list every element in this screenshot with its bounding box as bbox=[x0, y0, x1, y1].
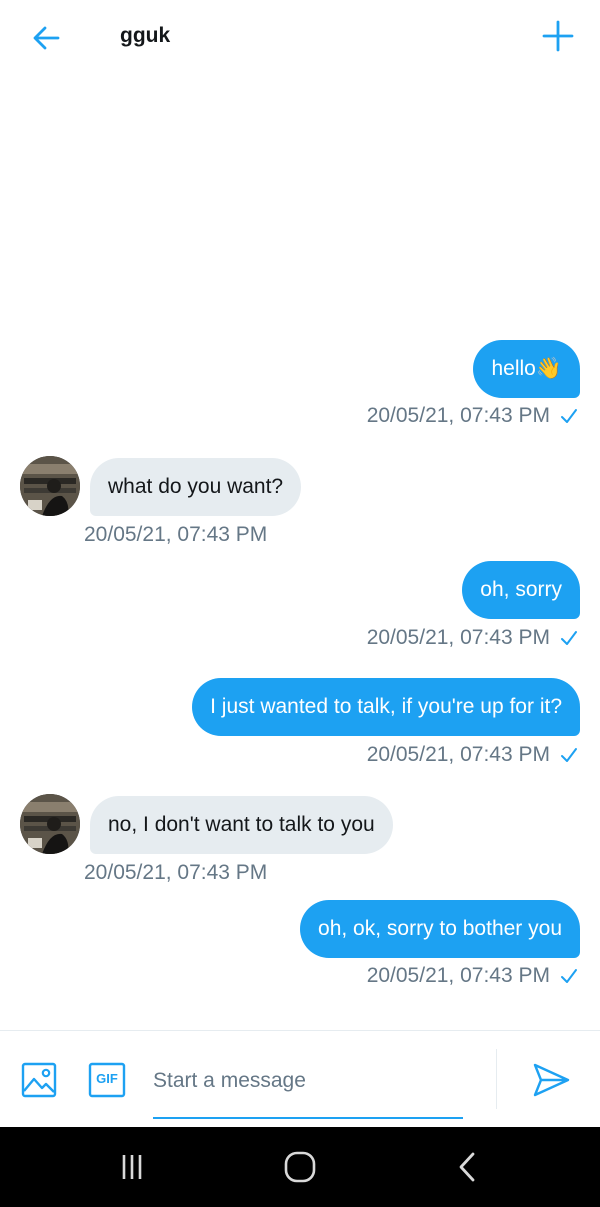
arrow-left-icon bbox=[33, 26, 60, 50]
image-icon bbox=[21, 1062, 57, 1098]
plus-icon bbox=[542, 20, 574, 52]
checkmark-icon bbox=[561, 969, 577, 983]
back-chevron-icon bbox=[459, 1152, 475, 1182]
message-meta: 20/05/21, 07:43 PM bbox=[367, 743, 578, 767]
message-meta: 20/05/21, 07:43 PM bbox=[367, 626, 578, 650]
back-button[interactable] bbox=[26, 18, 66, 58]
system-navigation-bar bbox=[0, 1127, 600, 1207]
gif-label: GIF bbox=[96, 1071, 118, 1086]
composer-divider bbox=[496, 1049, 497, 1109]
home-icon bbox=[284, 1151, 316, 1183]
outgoing-message-bubble[interactable]: oh, ok, sorry to bother you bbox=[300, 900, 580, 958]
message-meta: 20/05/21, 07:43 PM bbox=[367, 964, 578, 988]
conversation-header: gguk bbox=[0, 0, 600, 72]
send-icon bbox=[533, 1063, 570, 1097]
add-gif-button[interactable]: GIF bbox=[88, 1061, 128, 1101]
recent-apps-icon bbox=[122, 1155, 142, 1179]
conversation-title[interactable]: gguk bbox=[120, 24, 170, 48]
message-input[interactable] bbox=[153, 1059, 463, 1119]
message-meta: 20/05/21, 07:43 PM bbox=[367, 404, 578, 428]
outgoing-message-bubble[interactable]: oh, sorry bbox=[462, 561, 580, 619]
avatar[interactable] bbox=[20, 456, 80, 516]
send-button[interactable] bbox=[530, 1059, 574, 1103]
new-conversation-button[interactable] bbox=[538, 16, 578, 56]
checkmark-icon bbox=[561, 631, 577, 645]
checkmark-icon bbox=[561, 748, 577, 762]
incoming-message-bubble[interactable]: what do you want? bbox=[90, 458, 302, 516]
recent-apps-button[interactable] bbox=[112, 1147, 152, 1187]
message-timestamp: 20/05/21, 07:43 PM bbox=[366, 964, 550, 987]
message-meta: 20/05/21, 07:43 PM bbox=[84, 861, 267, 885]
message-timestamp: 20/05/21, 07:43 PM bbox=[366, 743, 550, 766]
message-composer: GIF bbox=[0, 1030, 600, 1127]
system-back-button[interactable] bbox=[448, 1147, 488, 1187]
message-timestamp: 20/05/21, 07:43 PM bbox=[366, 404, 550, 427]
outgoing-message-bubble[interactable]: I just wanted to talk, if you're up for … bbox=[192, 678, 580, 736]
message-meta: 20/05/21, 07:43 PM bbox=[84, 523, 267, 547]
avatar[interactable] bbox=[20, 794, 80, 854]
profile-photo bbox=[20, 794, 80, 854]
incoming-message-bubble[interactable]: no, I don't want to talk to you bbox=[90, 796, 393, 854]
message-timestamp: 20/05/21, 07:43 PM bbox=[84, 523, 268, 546]
add-media-button[interactable] bbox=[20, 1061, 60, 1101]
message-timestamp: 20/05/21, 07:43 PM bbox=[366, 626, 550, 649]
outgoing-message-bubble[interactable]: hello👋 bbox=[473, 340, 580, 398]
profile-photo bbox=[20, 456, 80, 516]
checkmark-icon bbox=[561, 409, 577, 423]
message-timestamp: 20/05/21, 07:43 PM bbox=[84, 861, 268, 884]
home-button[interactable] bbox=[280, 1147, 320, 1187]
